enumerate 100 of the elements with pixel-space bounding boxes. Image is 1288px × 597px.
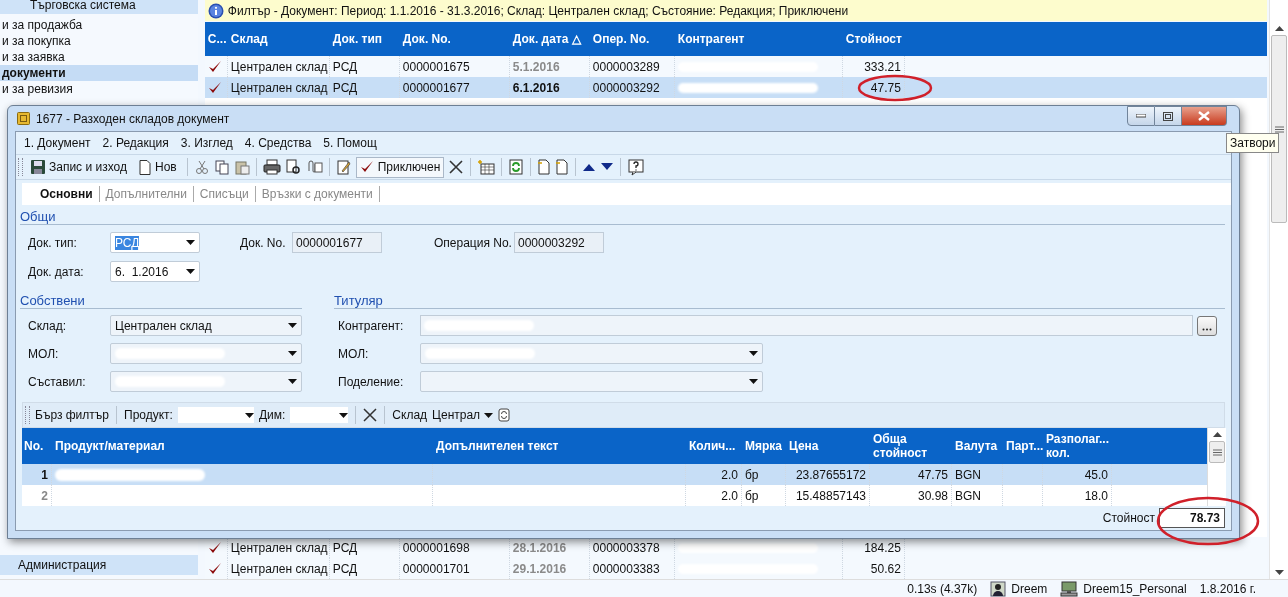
column-header[interactable]: Парт... (1006, 439, 1044, 453)
scroll-thumb[interactable] (1209, 441, 1225, 463)
new-button[interactable]: Нов (135, 156, 181, 178)
tab[interactable]: Основни (34, 187, 99, 201)
close-icon[interactable] (448, 159, 465, 175)
copy-icon[interactable] (213, 159, 230, 175)
page-icon[interactable] (537, 159, 552, 175)
caret-icon[interactable] (749, 351, 758, 356)
caret-icon[interactable] (288, 323, 297, 328)
computer-icon (1060, 581, 1079, 597)
table-cell: 28.1.2016 (512, 540, 567, 555)
table-row[interactable]: Централен склад РСД 0000001698 28.1.2016 0000003378 184.25 (204, 537, 1267, 558)
scroll-down-icon[interactable] (1274, 570, 1284, 575)
close-icon (1198, 111, 1210, 121)
product-filter-field[interactable] (177, 407, 254, 423)
scissors-icon[interactable] (193, 159, 210, 175)
page-icon[interactable] (555, 159, 570, 175)
date-picker[interactable]: 6. 1.2016 (110, 261, 200, 282)
column-header[interactable]: Док. тип (332, 32, 383, 46)
printer-icon[interactable] (262, 159, 281, 175)
restore-icon (1163, 111, 1173, 121)
sidebar-item[interactable]: Администрация (0, 555, 198, 575)
column-header[interactable]: Валута (955, 439, 998, 453)
finished-toggle[interactable]: Приключен (355, 156, 445, 178)
column-header[interactable]: Док. дата △ (512, 32, 581, 46)
table-row[interactable]: Централен склад РСД 0000001701 29.1.2016 0000003383 50.62 (204, 558, 1267, 579)
caret-icon[interactable] (288, 351, 297, 356)
browse-button[interactable] (1197, 315, 1217, 336)
row-number: 1 (41, 467, 48, 482)
column-header[interactable]: Склад (230, 32, 268, 46)
column-header[interactable]: Опер. No. (592, 32, 650, 46)
caret-icon[interactable] (186, 240, 195, 245)
caret-icon[interactable] (749, 379, 758, 384)
scrollbar[interactable] (1207, 428, 1226, 506)
table-cell: BGN (955, 467, 981, 482)
column-header[interactable]: Контрагент (677, 32, 745, 46)
menu-item[interactable]: 5. Помощ (323, 136, 377, 150)
table-cell: 5.1.2016 (512, 59, 560, 74)
column-header[interactable]: Допълнителен текст (436, 439, 559, 453)
scroll-up-icon[interactable] (1212, 432, 1222, 437)
table-row[interactable]: Централен склад РСД 0000001675 5.1.2016 0000003289 333.21 (204, 56, 1267, 77)
tab[interactable]: Връзки с документи (255, 187, 379, 201)
lookup-field[interactable] (420, 315, 1193, 336)
sidebar-item[interactable]: и за ревизия (0, 81, 198, 97)
table-cell: 184.25 (864, 540, 901, 555)
sidebar-item[interactable]: и за продажба (0, 17, 198, 33)
total-field: 78.73 (1159, 508, 1225, 528)
caret-icon[interactable] (288, 379, 297, 384)
dropdown[interactable]: Централен склад (110, 315, 302, 336)
tab[interactable]: Списъци (193, 187, 255, 201)
table-row[interactable]: Централен склад РСД 0000001677 6.1.2016 0000003292 47.75 (204, 77, 1267, 98)
save-exit-button[interactable]: Запис и изход (27, 156, 131, 178)
sidebar-item[interactable]: и за заявка (0, 49, 198, 65)
column-header[interactable]: Продукт/материал (55, 439, 165, 453)
menu-item[interactable]: 3. Изглед (180, 136, 233, 150)
field-label: Съставил: (28, 374, 87, 389)
menu-item[interactable]: 4. Средства (244, 136, 312, 150)
dropdown[interactable]: РСД (110, 232, 200, 253)
menu-item[interactable]: 2. Редакция (102, 136, 169, 150)
sidebar-header[interactable]: Търговска система (0, 0, 198, 14)
tab[interactable]: Допълнителни (99, 187, 193, 201)
column-header[interactable]: Мярка (745, 439, 782, 453)
column-header[interactable]: Стойност (845, 32, 902, 46)
sidebar-item[interactable]: и за покупка (0, 33, 198, 49)
clear-filter-icon[interactable] (363, 408, 378, 422)
paste-icon[interactable] (233, 159, 250, 175)
scroll-up-icon[interactable] (1274, 26, 1284, 31)
table-cell: Централен склад (230, 59, 328, 74)
caret-icon[interactable] (339, 412, 349, 418)
caret-icon[interactable] (484, 412, 494, 418)
column-header[interactable]: No. (24, 439, 44, 453)
column-header[interactable]: С... (207, 32, 227, 46)
caret-icon[interactable] (186, 269, 195, 274)
column-header[interactable]: Колич... (689, 439, 736, 453)
caret-icon[interactable] (244, 412, 254, 418)
grip-icon (1274, 125, 1284, 133)
table-cell: 0000003292 (592, 80, 660, 95)
field-label: Склад (392, 408, 428, 422)
column-header[interactable]: Док. No. (402, 32, 451, 46)
grid-row[interactable]: 1 2.0 бр 23.87655172 47.75 BGN 45.0 (22, 464, 1207, 485)
sidebar-item[interactable]: документи (0, 65, 198, 81)
warehouse-filter-dropdown[interactable]: Централ (432, 408, 494, 422)
table-cell: 47.75 (917, 467, 948, 482)
column-header[interactable]: Цена (789, 439, 819, 453)
edit-icon[interactable] (335, 159, 352, 175)
dimension-filter-field[interactable] (290, 407, 349, 423)
refresh-icon[interactable] (508, 159, 525, 175)
column-header[interactable]: Обща стойност (873, 432, 952, 460)
table-cell: 18.0 (1084, 488, 1108, 503)
help-icon[interactable] (627, 158, 646, 176)
column-header[interactable]: Разполаг... кол. (1046, 432, 1112, 460)
refresh-icon[interactable] (498, 408, 511, 422)
table-add-icon[interactable] (477, 159, 496, 175)
maximize-button[interactable] (1155, 106, 1182, 126)
preview-icon[interactable] (284, 159, 301, 175)
table-cell: 47.75 (870, 80, 901, 95)
close-button[interactable] (1182, 106, 1227, 126)
menu-item[interactable]: 1. Документ (24, 136, 91, 150)
section-heading: Титуляр (334, 293, 383, 308)
section-heading: Собствени (20, 293, 85, 308)
